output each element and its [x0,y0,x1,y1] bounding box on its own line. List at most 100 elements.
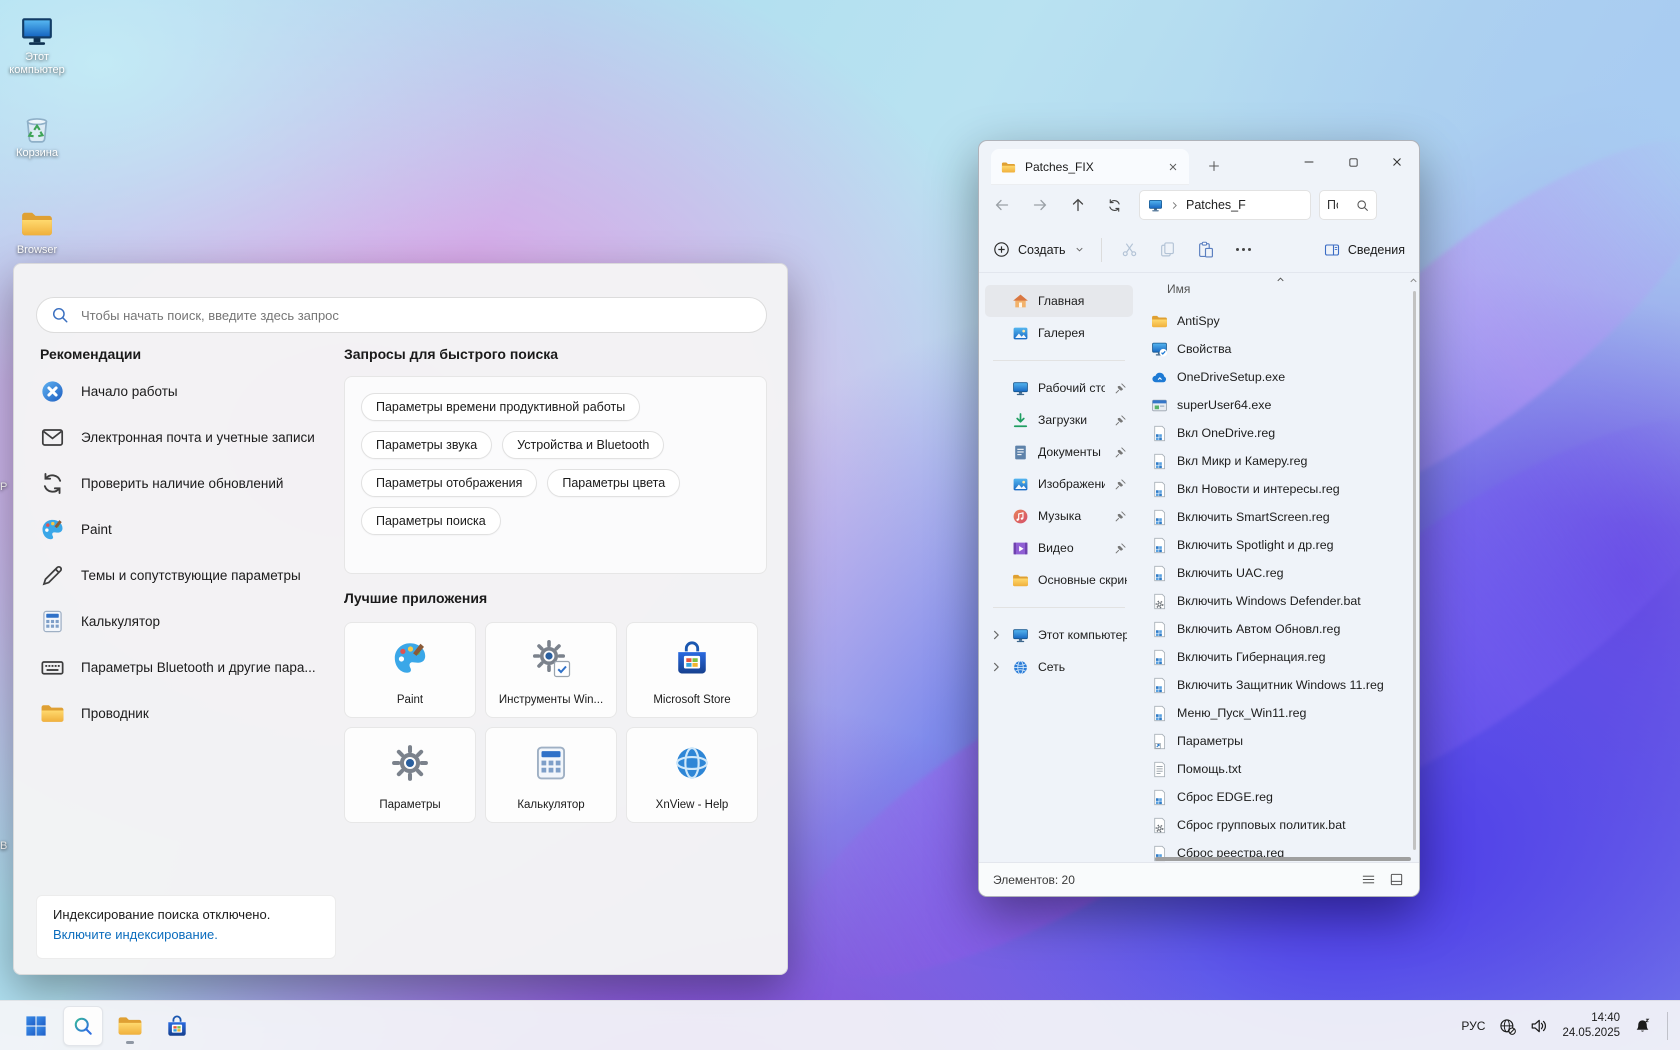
file-row[interactable]: Свойства [1139,335,1409,363]
sidebar-item-screens-folder[interactable]: Основные скрины [985,564,1133,596]
close-button[interactable] [1375,141,1419,183]
recommendation-bluetooth-devices[interactable]: Параметры Bluetooth и другие пара... [40,644,330,690]
quick-search-pill[interactable]: Параметры поиска [361,507,501,535]
file-row[interactable]: Вкл OneDrive.reg [1139,419,1409,447]
up-button[interactable] [1063,190,1093,220]
start-button[interactable] [16,1006,56,1046]
search-input[interactable] [81,308,752,323]
sidebar-item-documents[interactable]: Документы [985,436,1133,468]
explorer-tab[interactable]: Patches_FIX [991,149,1189,185]
notification-bell-icon[interactable] [1634,1018,1651,1035]
sidebar-item-network[interactable]: Сеть [985,651,1133,683]
sidebar-item-gallery[interactable]: Галерея [985,317,1133,349]
column-header-name[interactable]: Имя [1167,282,1190,296]
chevron-right-icon [1169,200,1180,211]
file-row[interactable]: Включить Автом Обновл.reg [1139,615,1409,643]
file-row[interactable]: Включить Spotlight и др.reg [1139,531,1409,559]
show-desktop-button[interactable] [1667,1012,1670,1040]
quick-search-pill[interactable]: Параметры звука [361,431,492,459]
taskbar-search-button[interactable] [63,1006,103,1046]
cut-button[interactable] [1118,238,1142,262]
app-tile-xnview-help[interactable]: XnView - Help [626,727,758,823]
calculator-icon [40,609,65,634]
file-row[interactable]: OneDriveSetup.exe [1139,363,1409,391]
language-indicator[interactable]: РУС [1461,1019,1485,1033]
chevron-right-icon[interactable] [989,628,1003,642]
quick-search-pill[interactable]: Устройства и Bluetooth [502,431,664,459]
chevron-right-icon[interactable] [989,660,1003,674]
file-row[interactable]: AntiSpy [1139,307,1409,335]
recommendation-explorer[interactable]: Проводник [40,690,330,736]
copy-button[interactable] [1156,238,1180,262]
file-row[interactable]: Вкл Микр и Камеру.reg [1139,447,1409,475]
file-row[interactable]: Параметры [1139,727,1409,755]
app-tile-microsoft-store[interactable]: Microsoft Store [626,622,758,718]
sidebar-item-music[interactable]: Музыка [985,500,1133,532]
file-row[interactable]: Включить Гибернация.reg [1139,643,1409,671]
file-row[interactable]: Вкл Новости и интересы.reg [1139,475,1409,503]
more-options-button[interactable] [1236,238,1251,262]
quick-search-pill[interactable]: Параметры цвета [547,469,680,497]
sort-ascending-icon [1275,274,1286,285]
speaker-icon[interactable] [1530,1017,1548,1035]
indexing-notice-text: Индексирование поиска отключено. [53,907,319,922]
sidebar-item-this-pc[interactable]: Этот компьютер [985,619,1133,651]
forward-button[interactable] [1025,190,1055,220]
horizontal-scrollbar[interactable] [1155,857,1411,861]
network-offline-icon[interactable] [1499,1018,1516,1035]
view-list-button[interactable] [1359,871,1377,889]
file-row[interactable]: Включить SmartScreen.reg [1139,503,1409,531]
taskbar-explorer-button[interactable] [110,1006,150,1046]
paste-button[interactable] [1194,238,1218,262]
sidebar-item-pictures[interactable]: Изображения [985,468,1133,500]
sidebar-item-downloads[interactable]: Загрузки [985,404,1133,436]
recommendation-themes[interactable]: Темы и сопутствующие параметры [40,552,330,598]
tab-close-icon[interactable] [1167,161,1179,173]
create-new-button[interactable]: Создать [993,241,1085,258]
folder-icon [1151,313,1168,330]
vertical-scrollbar[interactable] [1413,291,1416,850]
recommendation-calculator[interactable]: Калькулятор [40,598,330,644]
sidebar-item-home[interactable]: Главная [985,285,1133,317]
tab-strip: Patches_FIX [979,141,1419,185]
file-row[interactable]: Сброс EDGE.reg [1139,783,1409,811]
recommendation-mail[interactable]: Электронная почта и учетные записи [40,414,330,460]
file-row[interactable]: Сброс групповых политик.bat [1139,811,1409,839]
app-tile-calculator[interactable]: Калькулятор [485,727,617,823]
app-tile-settings[interactable]: Параметры [344,727,476,823]
details-pane-toggle[interactable]: Сведения [1324,242,1405,258]
windows-tools-icon [532,639,570,677]
file-row[interactable]: superUser64.exe [1139,391,1409,419]
recommendation-get-started[interactable]: Начало работы [40,368,330,414]
file-row[interactable]: Включить UAC.reg [1139,559,1409,587]
minimize-button[interactable] [1287,141,1331,183]
app-tile-paint[interactable]: Paint [344,622,476,718]
address-breadcrumb: Patches_FIX [1186,198,1246,212]
quick-search-pill[interactable]: Параметры отображения [361,469,537,497]
view-icons-button[interactable] [1387,871,1405,889]
address-bar[interactable]: Patches_FIX [1139,190,1311,220]
recommendation-paint[interactable]: Paint [40,506,330,552]
file-row[interactable]: Меню_Пуск_Win11.reg [1139,699,1409,727]
app-tile-windows-tools[interactable]: Инструменты Win... [485,622,617,718]
file-row[interactable]: Включить Защитник Windows 11.reg [1139,671,1409,699]
back-button[interactable] [987,190,1017,220]
file-row[interactable]: Включить Windows Defender.bat [1139,587,1409,615]
new-tab-button[interactable] [1203,155,1225,177]
enable-indexing-link[interactable]: Включите индексирование. [53,927,319,942]
desktop-icon-browser-folder[interactable]: Browser [0,207,74,257]
explorer-search-box[interactable]: Поиск [1319,190,1377,220]
sidebar-item-desktop[interactable]: Рабочий стол [985,372,1133,404]
recommendation-updates[interactable]: Проверить наличие обновлений [40,460,330,506]
sidebar-item-videos[interactable]: Видео [985,532,1133,564]
taskbar-store-button[interactable] [157,1006,197,1046]
desktop-icon-label: Browser [0,244,74,257]
desktop-icon-this-pc[interactable]: Этот компьютер [0,14,74,76]
refresh-button[interactable] [1099,190,1129,220]
file-row[interactable]: Помощь.txt [1139,755,1409,783]
scroll-up-icon[interactable] [1408,275,1419,286]
clock[interactable]: 14:40 24.05.2025 [1562,1011,1620,1041]
maximize-button[interactable] [1331,141,1375,183]
quick-search-pill[interactable]: Параметры времени продуктивной работы [361,393,640,421]
desktop-icon-recycle-bin[interactable]: Корзина [0,110,74,160]
